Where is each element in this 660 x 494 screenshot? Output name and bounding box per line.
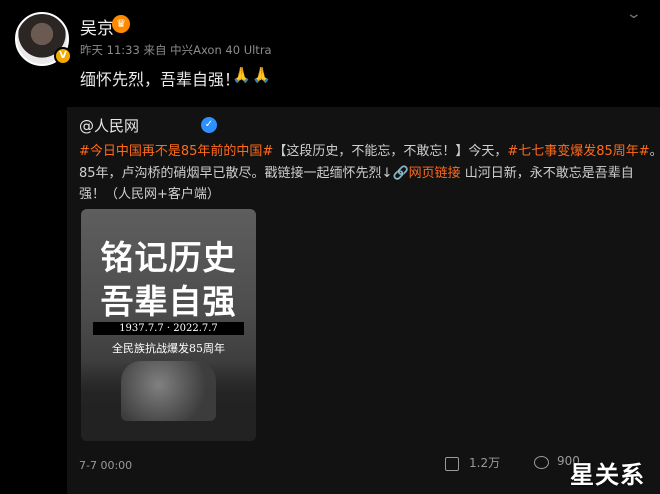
repost-text: 85年，卢沟桥的硝烟早已散尽。戳链接一起缅怀先烈↓ [79,166,393,181]
repost-card[interactable]: @人民网 ✓ #今日中国再不是85年前的中国#【这段历史，不能忘，不敢忘！】今天… [67,107,660,494]
post-text: 缅怀先烈，吾辈自强！ [80,70,241,89]
poster-image[interactable]: 铭记历史 吾辈自强 1937.7.7 · 2022.7.7 全民族抗战爆发85周… [81,209,256,441]
hashtag-link[interactable]: #今日中国再不是85年前的中国# [79,144,273,159]
repost-author[interactable]: @人民网 [79,115,139,136]
crown-icon: ♛ [112,15,130,33]
repost-text: 。 [650,144,660,159]
verified-badge-icon: V [54,47,72,65]
poster-title-1: 铭记历史 [100,238,237,277]
chevron-down-icon[interactable]: ⌄ [626,6,642,22]
watermark: 星关系 [570,461,645,489]
poster-subtitle: 全民族抗战爆发85周年 [112,342,225,355]
repost-time: 7-7 00:00 [79,459,133,472]
stone-lion-image [121,361,216,421]
repost-text: 山河日新，永不敢忘是吾辈自 [460,166,634,181]
repost-text: 【这段历史，不能忘，不敢忘！】今天， [273,144,508,159]
pray-emoji-icon: 🙏 [252,66,271,84]
share-icon[interactable] [445,457,459,471]
poster-date: 1937.7.7 · 2022.7.7 [93,322,244,335]
post-meta: 昨天 11:33 来自 中兴Axon 40 Ultra [80,43,272,57]
repost-text-line-3: 强！（人民网+客户端） [79,187,220,202]
verified-icon: ✓ [201,117,217,133]
web-link[interactable]: 🔗网页链接 [392,166,460,181]
repost-text-line-1: #今日中国再不是85年前的中国#【这段历史，不能忘，不敢忘！】今天，#七七事变爆… [79,140,660,159]
repost-text-line-2: 85年，卢沟桥的硝烟早已散尽。戳链接一起缅怀先烈↓🔗网页链接 山河日新，永不敢忘… [79,162,634,181]
author-name[interactable]: 吴京 [80,14,114,39]
poster-title-2: 吾辈自强 [100,282,237,321]
share-count[interactable]: 1.2万 [469,454,500,471]
pray-emoji-icon: 🙏 [232,66,251,84]
hashtag-link[interactable]: #七七事变爆发85周年# [507,144,649,159]
comment-icon[interactable] [534,456,549,469]
